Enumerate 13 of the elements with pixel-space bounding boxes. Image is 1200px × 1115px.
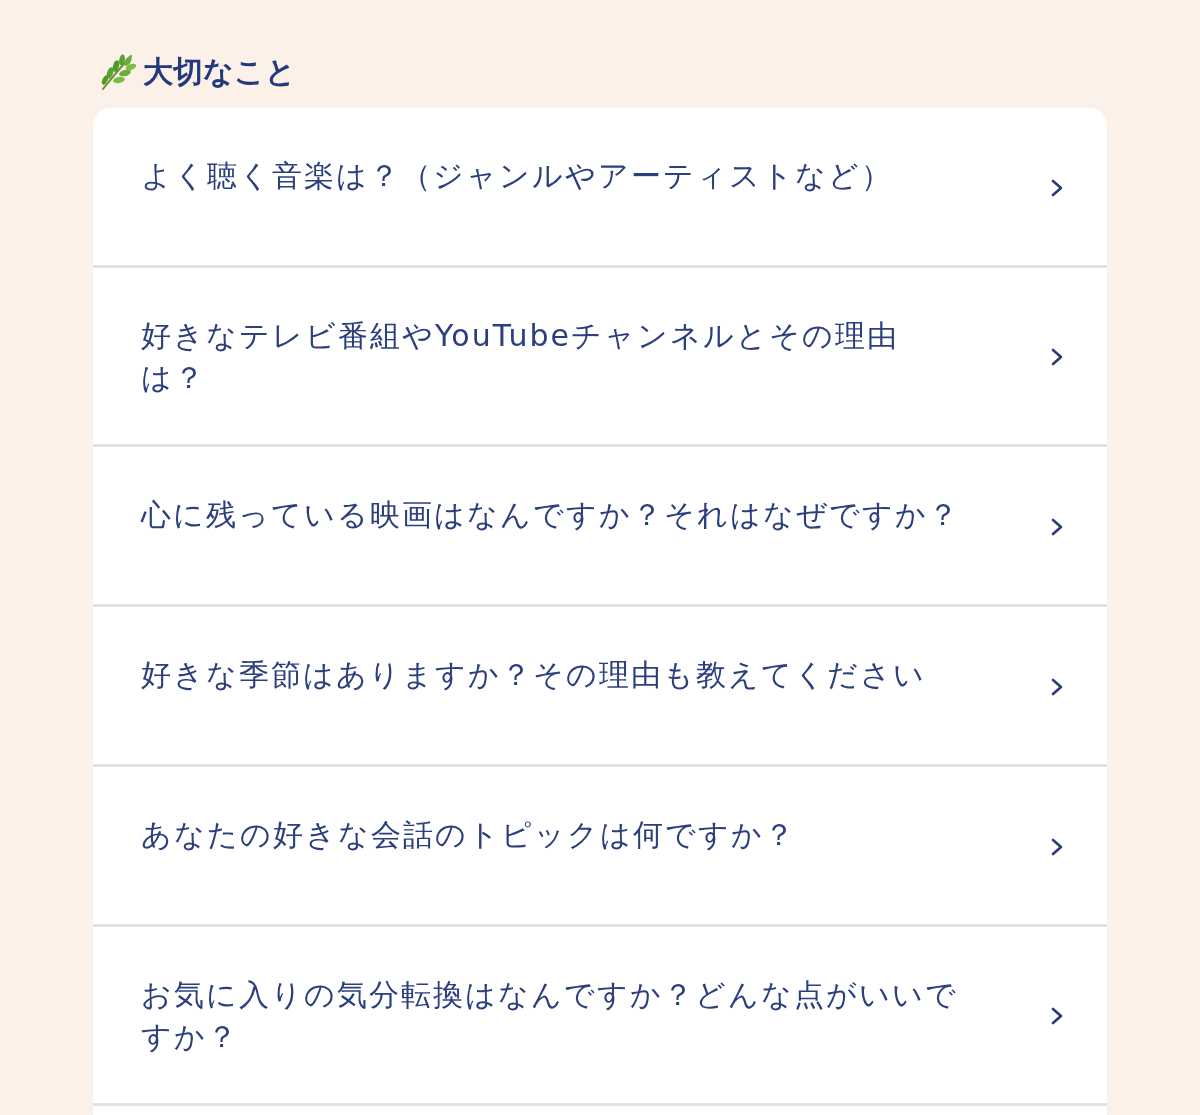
chevron-right-icon	[1051, 677, 1063, 696]
chevron-right-icon	[1051, 1007, 1063, 1025]
question-row[interactable]: 好きなテレビ番組やYouTubeチャンネルとその理由は？	[93, 268, 1107, 447]
question-row[interactable]: よく聴く音楽は？（ジャンルやアーティストなど）	[93, 108, 1107, 268]
chevron-right-icon	[1051, 837, 1063, 856]
question-row[interactable]: あなたの好きな会話のトピックは何ですか？	[93, 767, 1107, 927]
question-row[interactable]: お気に入りの気分転換はなんですか？どんな点がいいですか？	[93, 927, 1107, 1106]
chevron-right-icon	[1051, 178, 1063, 197]
question-row[interactable]: 心に残っている映画はなんですか？それはなぜですか？	[93, 447, 1107, 607]
chevron-right-icon	[1051, 517, 1063, 536]
chevron-right-icon	[1051, 348, 1063, 366]
question-row[interactable]: 好きな季節はありますか？その理由も教えてください	[93, 607, 1107, 767]
section-title: 大切なこと	[143, 54, 296, 90]
